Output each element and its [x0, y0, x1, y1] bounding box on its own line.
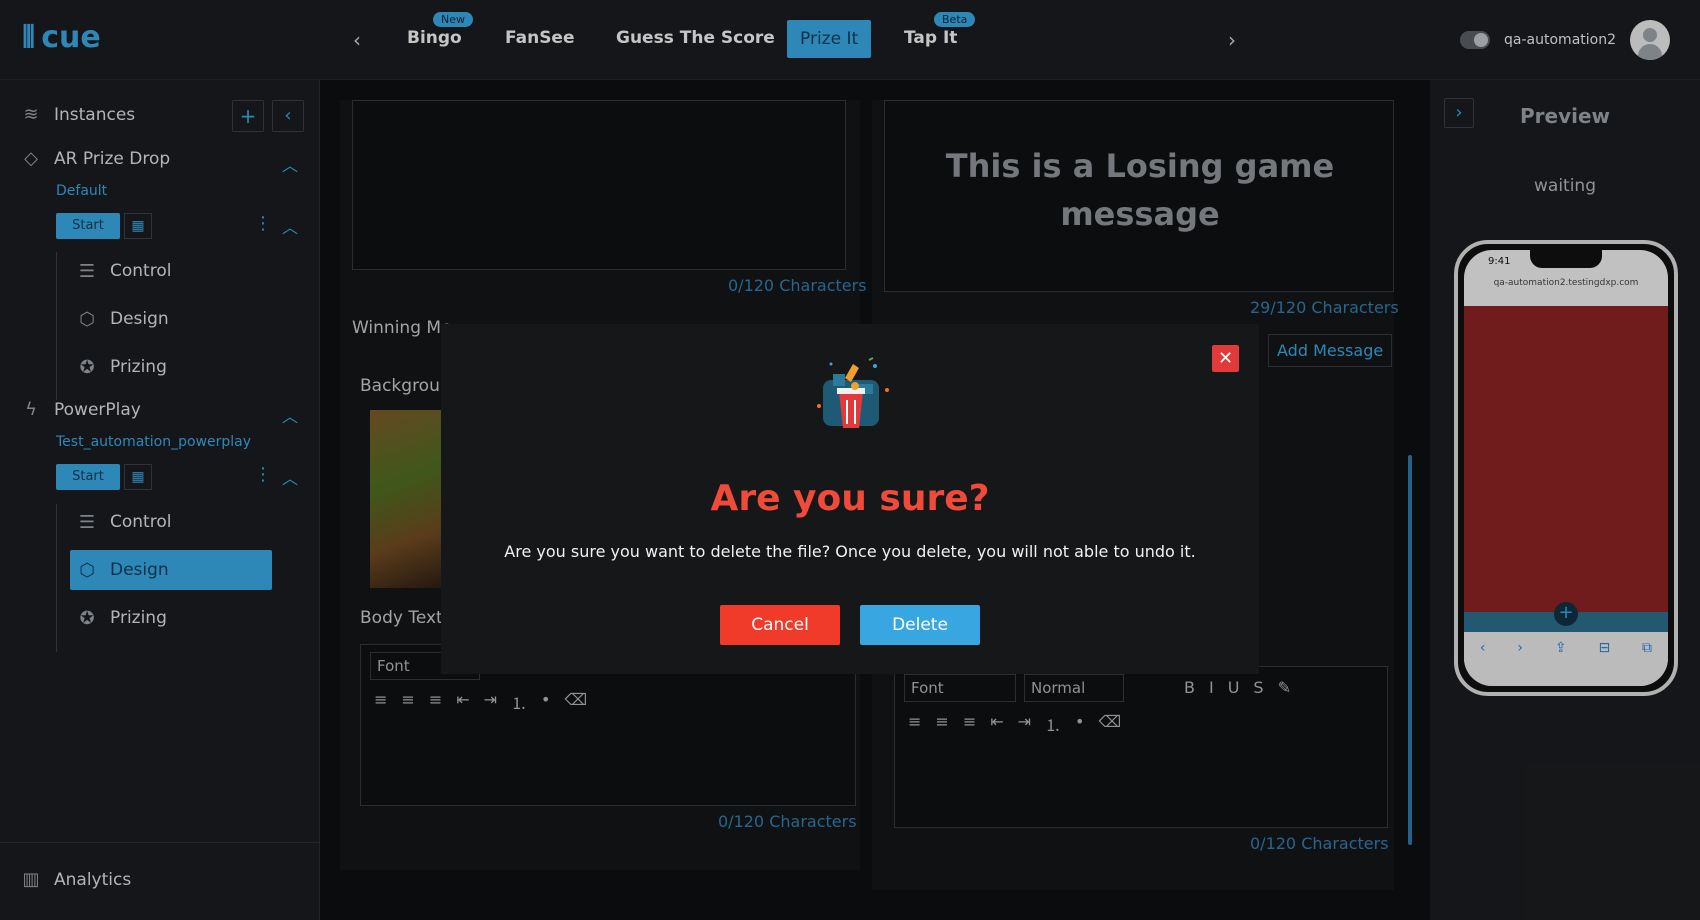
cancel-button[interactable]: Cancel: [720, 605, 840, 645]
modal-message: Are you sure you want to delete the file…: [504, 542, 1196, 561]
close-icon[interactable]: ✕: [1212, 345, 1239, 372]
trash-illustration-icon: [817, 357, 889, 428]
confirm-delete-modal: ✕ Are you sure? Are you sure you want to…: [441, 324, 1259, 674]
modal-title: Are you sure?: [710, 478, 990, 519]
delete-button[interactable]: Delete: [860, 605, 980, 645]
